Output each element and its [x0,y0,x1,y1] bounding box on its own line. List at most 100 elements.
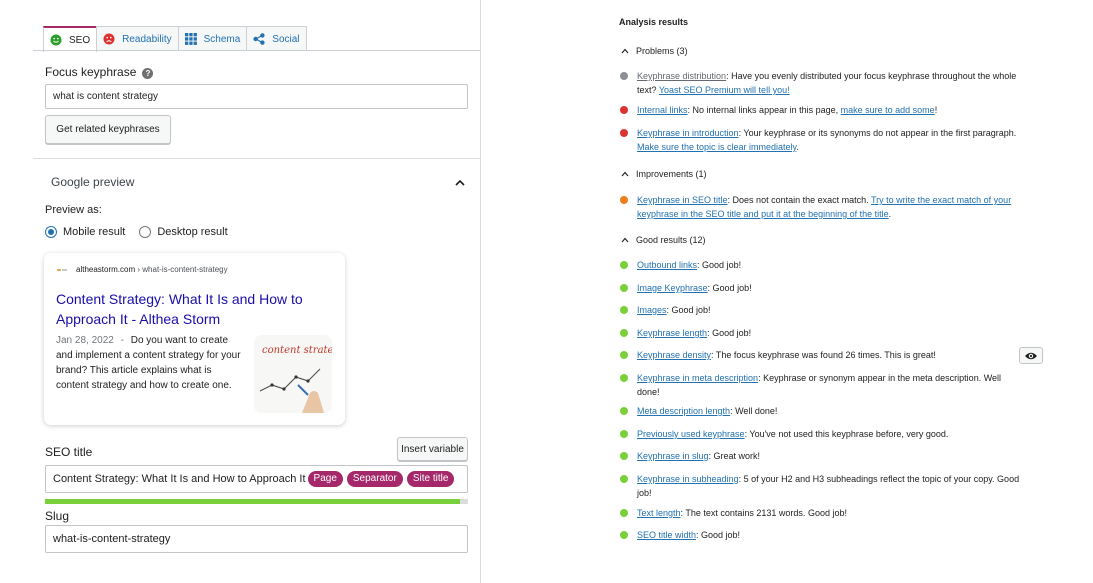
assessment-link[interactable]: Keyphrase in slug [637,451,709,461]
status-bullet-icon [620,306,628,314]
assessment-cta-link[interactable]: make sure to add some [841,105,935,115]
assessment-description: : Good job! [697,260,742,270]
assessment-link[interactable]: Keyphrase in introduction [637,128,739,138]
analysis-result-text: Keyphrase distribution: Have you evenly … [637,69,1020,97]
analysis-result-text: SEO title width: Good job! [637,528,1020,542]
problems-toggle[interactable]: Problems (3) [621,46,688,56]
site-favicon-icon [57,269,67,271]
assessment-description: : Your keyphrase or its synonyms do not … [738,128,1017,138]
assessment-end: . [796,142,799,152]
analysis-result-text: Keyphrase in slug: Great work! [637,449,1020,463]
variable-tag-page[interactable]: Page [307,471,343,487]
good-results-heading: Good results (12) [636,235,706,245]
assessment-link[interactable]: Internal links [637,105,688,115]
slug-label: Slug [45,509,70,523]
assessment-description: : Good job! [666,305,711,315]
assessment-link[interactable]: Keyphrase distribution [637,71,726,81]
status-bullet-icon [620,374,628,382]
assessment-description: : Well done! [730,406,778,416]
status-bullet-icon [620,407,628,415]
assessment-link[interactable]: Outbound links [637,260,697,270]
analysis-result-item: Keyphrase in subheading: 5 of your H2 an… [620,472,1020,500]
seo-title-label: SEO title [45,445,93,459]
assessment-link[interactable]: Images [637,305,667,315]
preview-description: Jan 28, 2022 - Do you want to create and… [56,333,246,393]
tab-seo[interactable]: SEO [43,26,98,52]
preview-url-host: altheastorm.com [76,265,136,274]
analysis-result-item: Keyphrase in introduction: Your keyphras… [620,126,1020,154]
assessment-description: : The text contains 2131 words. Good job… [680,508,847,518]
yoast-seo-panel: SEO Readability Schema Social Focus keyp… [33,0,481,583]
chevron-up-icon [621,237,629,243]
slug-value: what-is-content-strategy [53,533,171,545]
tab-divider [33,50,480,51]
preview-thumbnail: content strategy [254,335,332,413]
status-bullet-icon [620,351,628,359]
analysis-result-text: Internal links: No internal links appear… [637,103,1020,117]
tab-social[interactable]: Social [246,26,307,51]
assessment-link[interactable]: Keyphrase density [637,350,711,360]
seo-title-input[interactable]: Content Strategy: What It Is and How to … [45,465,468,493]
google-mobile-preview-card[interactable]: altheastorm.com › what-is-content-strate… [44,253,345,425]
analysis-result-item: Keyphrase in meta description: Keyphrase… [620,371,1020,399]
get-related-keyphrases-button[interactable]: Get related keyphrases [45,115,171,144]
seo-title-text: Content Strategy: What It Is and How to … [53,473,306,485]
assessment-link[interactable]: Meta description length [637,406,730,416]
assessment-link[interactable]: Keyphrase length [637,328,707,338]
chevron-up-icon [621,171,629,177]
good-results-toggle[interactable]: Good results (12) [621,235,706,245]
chevron-up-icon[interactable] [454,175,466,193]
analysis-result-item: Keyphrase density: The focus keyphrase w… [620,348,1020,362]
assessment-cta-link[interactable]: Make sure the topic is clear immediately [637,142,796,152]
analysis-result-item: Keyphrase distribution: Have you evenly … [620,69,1020,97]
mobile-result-label[interactable]: Mobile result [63,226,125,238]
section-divider [33,158,480,159]
share-icon [253,33,265,45]
highlight-keyphrase-button[interactable] [1019,347,1043,364]
assessment-link[interactable]: Text length [637,508,681,518]
assessment-link[interactable]: SEO title width [637,530,696,540]
assessment-link[interactable]: Keyphrase in subheading [637,474,739,484]
analysis-result-item: Keyphrase in SEO title: Does not contain… [620,193,1020,221]
focus-keyphrase-input[interactable]: what is content strategy [45,84,468,109]
assessment-end: ! [934,105,938,115]
thumb-caption-content: content strategy [262,345,332,356]
tab-schema-label: Schema [203,33,241,45]
desktop-result-label[interactable]: Desktop result [157,226,227,238]
assessment-cta-link[interactable]: Yoast SEO Premium will tell you! [659,85,790,95]
slug-input[interactable]: what-is-content-strategy [45,525,468,553]
improvements-heading: Improvements (1) [636,169,707,179]
assessment-link[interactable]: Keyphrase in SEO title [637,195,728,205]
preview-as-label: Preview as: [45,204,102,216]
assessment-link[interactable]: Image Keyphrase [637,283,708,293]
analysis-result-item: Meta description length: Well done! [620,404,1020,418]
focus-keyphrase-label: Focus keyphrase? [45,65,154,79]
assessment-description: : No internal links appear in this page, [687,105,841,115]
analysis-result-item: Images: Good job! [620,303,1020,317]
preview-title[interactable]: Content Strategy: What It Is and How to … [56,289,331,329]
variable-tag-separator[interactable]: Separator [346,471,403,487]
desktop-radio[interactable] [139,226,152,238]
tab-schema[interactable]: Schema [177,26,248,51]
preview-url: altheastorm.com › what-is-content-strate… [76,265,228,274]
assessment-link[interactable]: Previously used keyphrase [637,429,745,439]
smiley-sad-icon [103,33,115,45]
problems-heading: Problems (3) [636,46,688,56]
assessment-end: . [888,209,892,219]
analysis-result-item: SEO title width: Good job! [620,528,1020,542]
analysis-result-text: Keyphrase in meta description: Keyphrase… [637,371,1020,399]
analysis-result-text: Outbound links: Good job! [637,258,1020,272]
insert-variable-button[interactable]: Insert variable [397,437,468,461]
analysis-result-text: Keyphrase in introduction: Your keyphras… [637,126,1020,154]
status-bullet-icon [620,531,628,539]
improvements-toggle[interactable]: Improvements (1) [621,169,707,179]
mobile-radio[interactable] [45,226,57,238]
variable-tag-site-title[interactable]: Site title [406,471,455,487]
analysis-result-text: Keyphrase in SEO title: Does not contain… [637,193,1020,221]
assessment-link[interactable]: Keyphrase in meta description [637,373,758,383]
help-icon[interactable]: ? [142,68,154,79]
assessment-description: : Good job! [696,530,741,540]
preview-date: Jan 28, 2022 [56,335,114,346]
analysis-result-item: Internal links: No internal links appear… [620,103,1020,117]
tab-readability[interactable]: Readability [96,26,179,51]
